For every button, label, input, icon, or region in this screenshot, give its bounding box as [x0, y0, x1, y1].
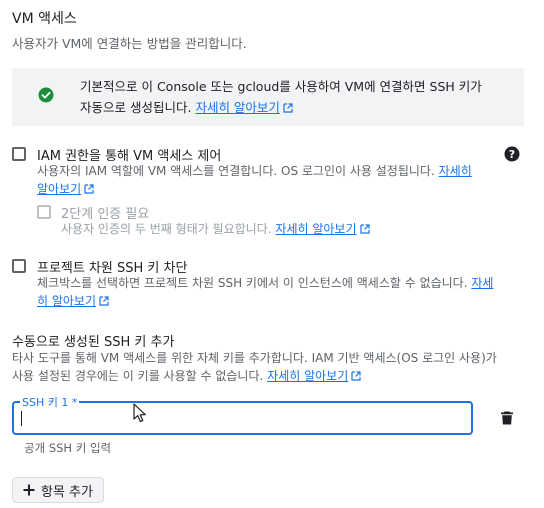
iam-learn-more-link-a[interactable]: 자세히	[439, 164, 472, 178]
page-title: VM 액세스	[12, 11, 77, 27]
text-caret	[21, 411, 22, 426]
ssh-key-input[interactable]	[20, 406, 460, 428]
help-icon[interactable]: ?	[504, 146, 520, 162]
two-factor-desc-text: 사용자 인증의 두 번째 형태가 필요합니다.	[61, 222, 272, 236]
plus-icon	[23, 484, 35, 496]
trash-icon[interactable]	[498, 409, 516, 427]
external-link-icon	[359, 224, 370, 234]
iam-access-desc: 사용자의 IAM 역할에 VM 액세스를 연결합니다. OS 로그인이 사용 설…	[37, 162, 497, 198]
check-circle-icon	[38, 87, 54, 103]
notice-text: 기본적으로 이 Console 또는 gcloud를 사용하여 VM에 연결하면…	[80, 76, 510, 118]
add-item-button[interactable]: 항목 추가	[12, 477, 104, 503]
svg-text:?: ?	[509, 148, 515, 161]
manual-ssh-keys-desc: 타사 도구를 통해 VM 액세스를 위한 자체 키를 추가합니다. IAM 기반…	[12, 349, 524, 385]
manual-keys-desc-line1: 타사 도구를 통해 VM 액세스를 위한 자체 키를 추가합니다. IAM 기반…	[12, 351, 497, 365]
block-project-keys-checkbox[interactable]	[12, 259, 26, 273]
ssh-key-hint: 공개 SSH 키 입력	[24, 441, 112, 455]
page-subtitle: 사용자가 VM에 연결하는 방법을 관리합니다.	[12, 36, 247, 51]
two-factor-checkbox[interactable]	[37, 205, 51, 219]
notice-learn-more-link[interactable]: 자세히 알아보기	[195, 100, 279, 115]
block-keys-learn-more-link-a[interactable]: 자세	[471, 276, 493, 290]
iam-access-checkbox[interactable]	[12, 147, 26, 161]
manual-keys-learn-more-link[interactable]: 자세히 알아보기	[267, 369, 348, 383]
two-factor-desc: 사용자 인증의 두 번째 형태가 필요합니다. 자세히 알아보기	[61, 220, 501, 238]
manual-keys-desc-line2: 사용 설정된 경우에는 이 키를 사용할 수 없습니다.	[12, 369, 264, 383]
external-link-icon	[84, 184, 94, 194]
manual-ssh-keys-title: 수동으로 생성된 SSH 키 추가	[12, 335, 175, 350]
block-project-keys-desc: 체크박스를 선택하면 프로젝트 차원 SSH 키에서 이 인스턴스에 액세스할 …	[37, 274, 517, 310]
add-item-label: 항목 추가	[41, 484, 93, 500]
block-keys-learn-more-link-b[interactable]: 히 알아보기	[37, 294, 96, 308]
notice-line2: 자동으로 생성됩니다.	[80, 100, 192, 115]
iam-learn-more-link-b[interactable]: 알아보기	[37, 182, 81, 196]
block-keys-desc-text: 체크박스를 선택하면 프로젝트 차원 SSH 키에서 이 인스턴스에 액세스할 …	[37, 276, 468, 290]
two-factor-learn-more-link[interactable]: 자세히 알아보기	[275, 222, 356, 236]
external-link-icon	[283, 103, 293, 113]
notice-line1: 기본적으로 이 Console 또는 gcloud를 사용하여 VM에 연결하면…	[80, 79, 482, 94]
mouse-pointer-icon	[133, 403, 146, 423]
iam-desc-text: 사용자의 IAM 역할에 VM 액세스를 연결합니다. OS 로그인이 사용 설…	[37, 164, 435, 178]
external-link-icon	[351, 371, 361, 381]
external-link-icon	[99, 296, 109, 306]
